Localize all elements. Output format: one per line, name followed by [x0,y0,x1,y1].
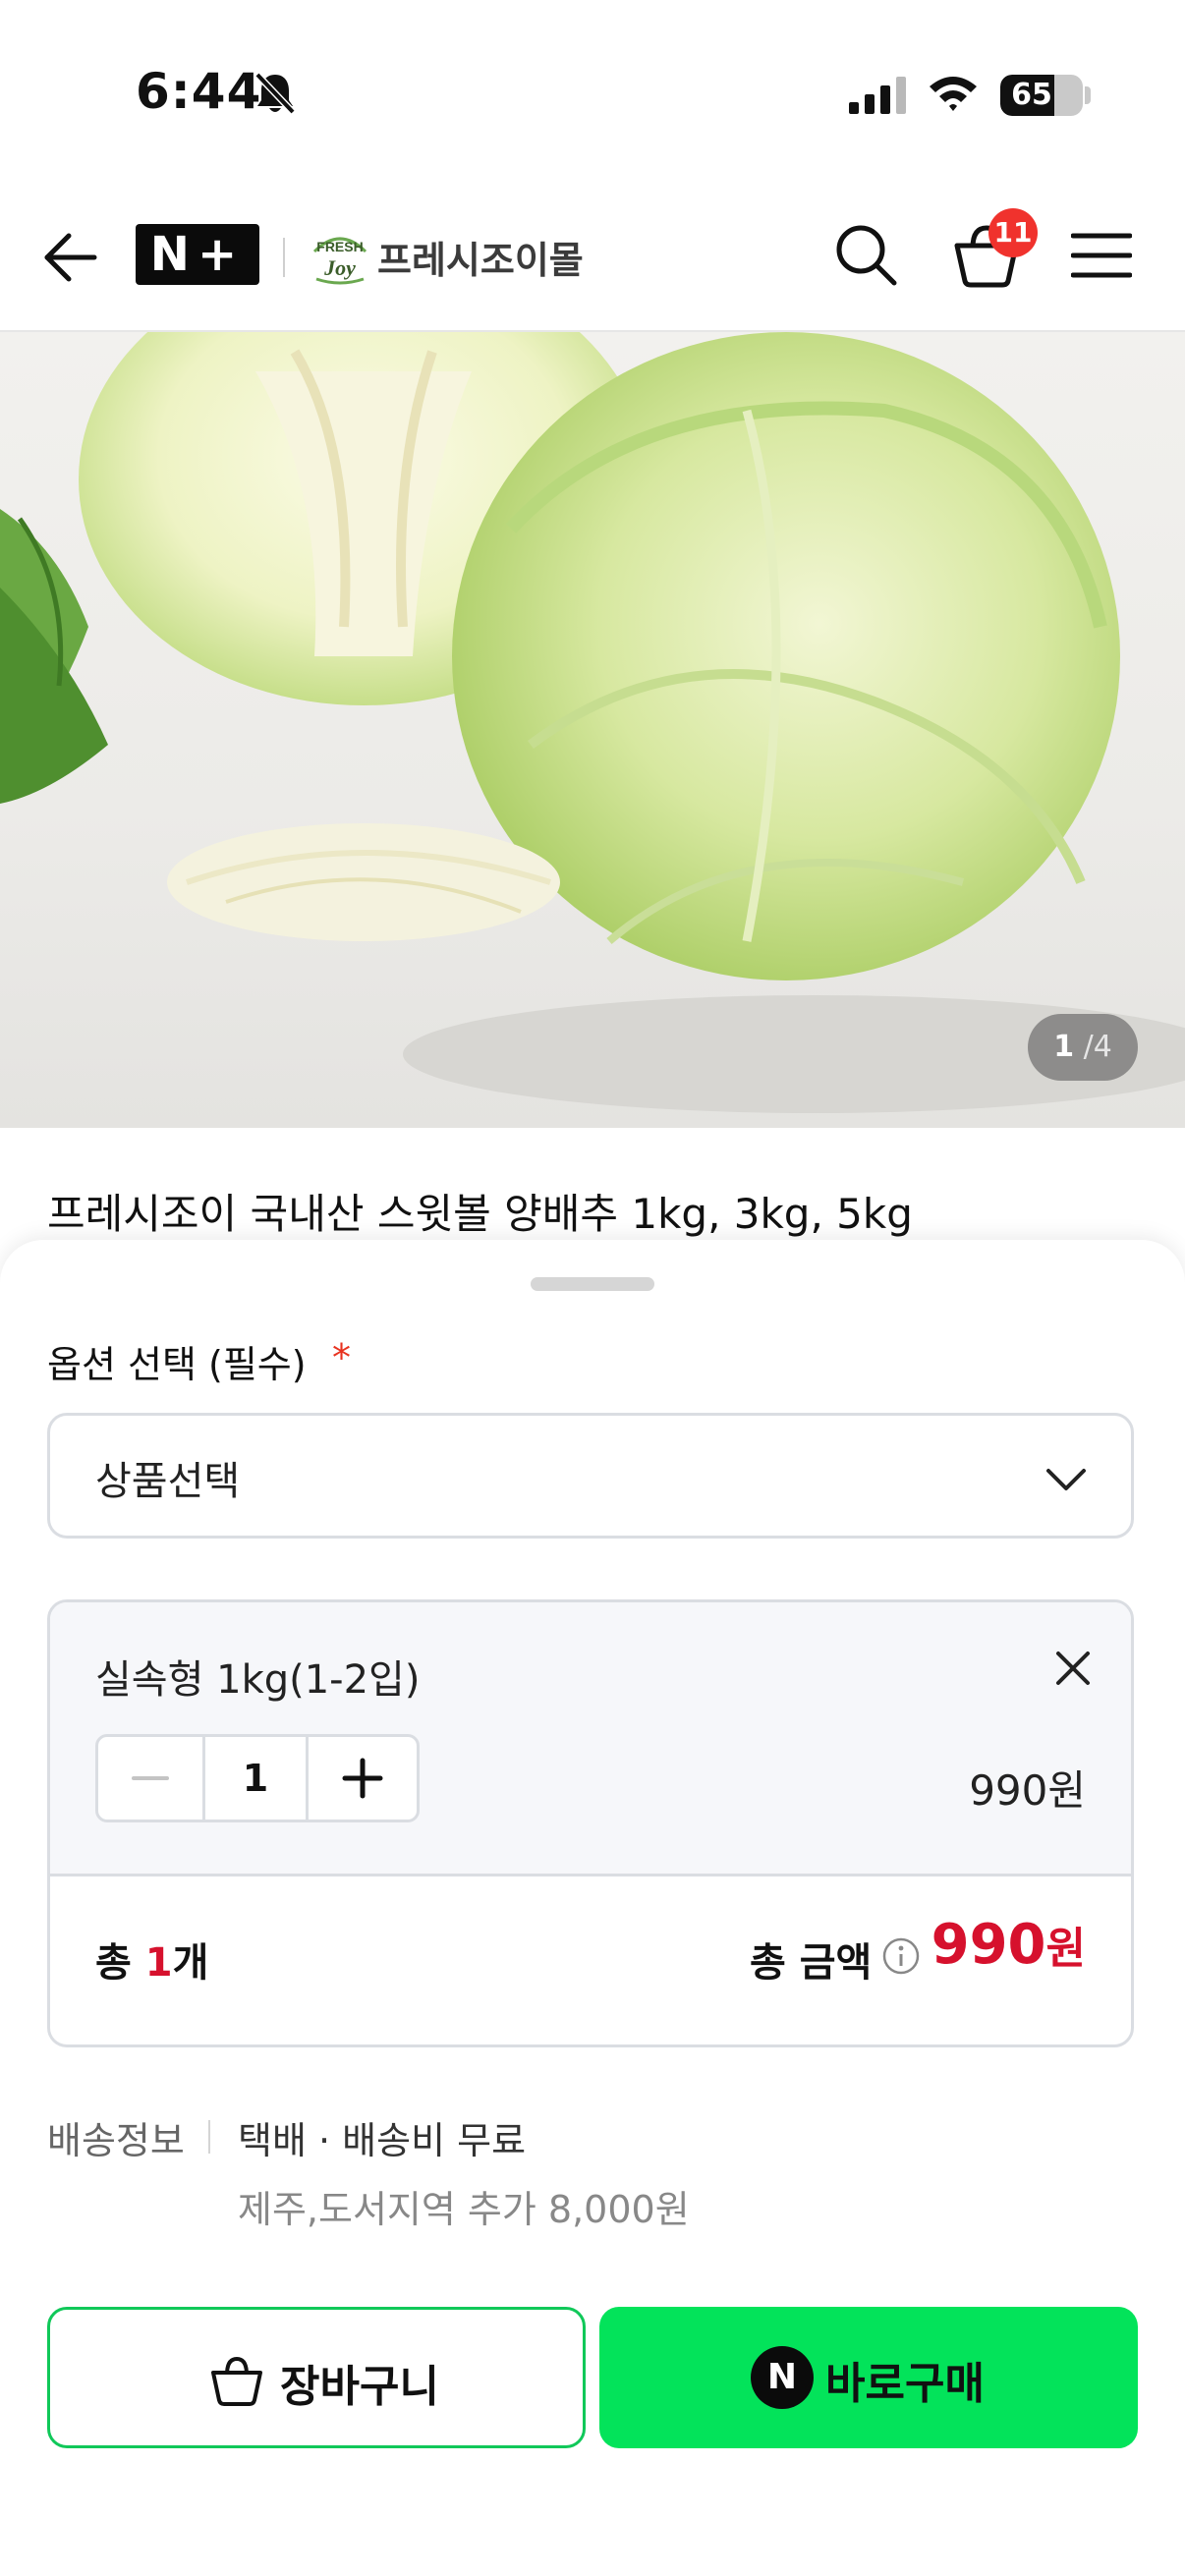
info-icon[interactable] [881,1936,921,1976]
battery-tip [1085,86,1091,104]
shipping-extra-fee: 제주,도서지역 추가 8,000원 [238,2188,690,2231]
product-image[interactable] [0,332,1185,1128]
total-count-number: 1 [144,1940,173,1986]
fresh-joy-logo[interactable]: FRESH Joy [307,222,373,287]
image-counter-total: 4 [1093,1030,1112,1064]
search-icon[interactable] [831,220,900,289]
store-name[interactable]: 프레시조이몰 [377,230,584,284]
cart-count-badge: 11 [988,208,1038,257]
chevron-down-icon [1046,1469,1086,1490]
total-amount-label: 총 금액 [750,1940,873,1986]
required-mark: * [332,1336,351,1379]
status-time: 6:44 [136,63,262,120]
total-amount: 990원 [931,1913,1086,1977]
total-count-suffix: 개 [172,1940,209,1986]
back-arrow-icon[interactable] [39,226,102,289]
naver-plus-logo[interactable]: N+ [136,224,259,285]
image-counter-current: 1 [1053,1030,1075,1064]
battery-level: 65 [1011,78,1052,112]
add-to-cart-label: 장바구니 [280,2362,439,2412]
shipping-info: 택배 · 배송비 무료 [238,2119,527,2162]
bell-muted-icon [254,72,296,115]
selected-option-price: 990원 [969,1766,1086,1815]
naver-pay-icon: N [751,2346,814,2409]
cabbage-photo [0,332,1185,1113]
buy-now-label: 바로구매 [825,2359,985,2409]
quantity-stepper: 1 [95,1734,420,1822]
close-icon[interactable] [1052,1648,1094,1689]
option-select-value: 상품선택 [95,1459,241,1504]
sheet-drag-handle[interactable] [531,1277,654,1291]
cellular-signal-icon [849,77,906,114]
buy-now-button[interactable]: N 바로구매 [599,2307,1138,2448]
increase-quantity-button[interactable] [309,1737,417,1820]
image-counter: 1 /4 [1028,1014,1138,1081]
selected-option-card: 실속형 1kg(1-2입) 1 990원 총 1개 총 금액 990원 [47,1599,1134,2047]
quantity-value[interactable]: 1 [202,1737,309,1820]
decrease-quantity-button[interactable] [98,1737,202,1820]
header-divider [283,238,285,277]
total-count: 총 1개 [95,1931,208,1988]
svg-text:FRESH: FRESH [316,239,363,254]
shipping-divider [208,2120,210,2154]
total-amount-unit: 원 [1045,1924,1086,1974]
option-bottom-sheet: 옵션 선택 (필수) * 상품선택 실속형 1kg(1-2입) 1 990원 총… [0,1240,1185,2576]
add-to-cart-button[interactable]: 장바구니 [47,2307,586,2448]
option-label: 옵션 선택 (필수) [47,1343,307,1386]
total-amount-value: 990 [931,1913,1046,1977]
total-count-prefix: 총 [95,1940,145,1986]
app-header: N+ FRESH Joy 프레시조이몰 11 [0,177,1185,332]
svg-text:Joy: Joy [323,255,356,280]
hamburger-menu-icon[interactable] [1071,228,1132,283]
image-counter-separator: / [1083,1030,1094,1064]
option-select[interactable]: 상품선택 [47,1413,1134,1539]
shopping-bag-icon [211,2356,262,2406]
shipping-label: 배송정보 [47,2119,185,2162]
status-bar: 6:44 65 [0,0,1185,157]
wifi-icon [930,77,977,111]
selected-option-row: 실속형 1kg(1-2입) 1 990원 [50,1602,1131,1876]
battery-indicator: 65 [1000,75,1083,116]
selected-option-name: 실속형 1kg(1-2입) [95,1657,421,1703]
product-title: 프레시조이 국내산 스윗볼 양배추 1kg, 3kg, 5kg [47,1190,913,1238]
